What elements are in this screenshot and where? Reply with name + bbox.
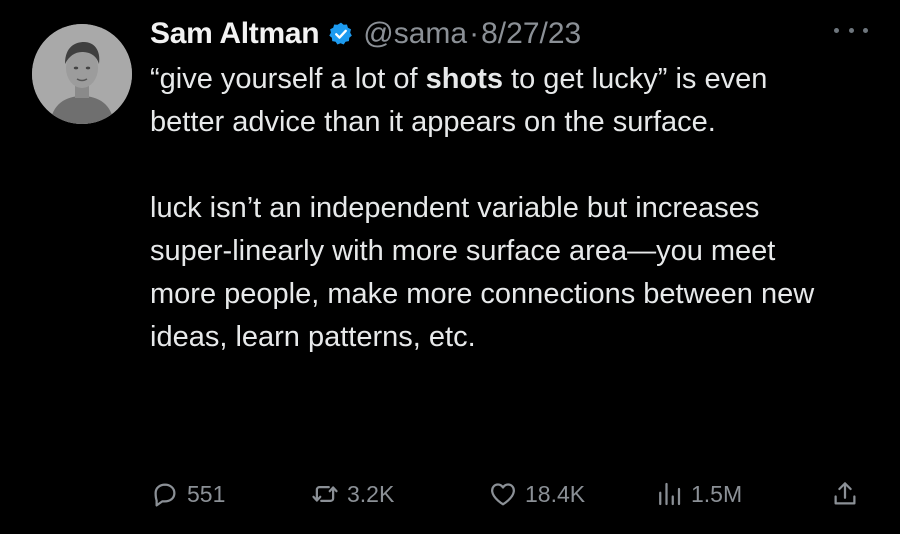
tweet-text: “give yourself a lot of shots to get luc… [150, 58, 830, 359]
like-button[interactable]: 18.4K [488, 474, 585, 514]
tweet-paragraph-2: luck isn’t an independent variable but i… [150, 192, 815, 353]
avatar[interactable] [32, 24, 132, 124]
share-button[interactable] [830, 474, 860, 514]
retweet-button[interactable]: 3.2K [310, 474, 394, 514]
header-separator: · [469, 17, 480, 50]
reply-icon [154, 483, 176, 507]
avatar-photo [32, 24, 132, 124]
tweet-text-1a: “give yourself a lot of [150, 63, 426, 95]
tweet-paragraph-1: “give yourself a lot of shots to get luc… [150, 58, 830, 144]
reply-button[interactable]: 551 [150, 474, 225, 514]
more-options-icon[interactable] [834, 20, 868, 40]
tweet-date[interactable]: 8/27/23 [481, 17, 581, 51]
views-chart-icon [659, 482, 681, 506]
views-button[interactable]: 1.5M [654, 474, 742, 514]
share-icon [834, 482, 856, 505]
tweet-text-bold: shots [425, 63, 503, 95]
reply-count: 551 [187, 480, 226, 507]
action-bar: 551 3.2K 18.4K 1.5M [150, 474, 870, 514]
retweet-icon [312, 486, 338, 502]
views-count: 1.5M [691, 480, 743, 507]
author-name[interactable]: Sam Altman [150, 17, 320, 51]
tweet-header: Sam Altman @sama · 8/27/23 [150, 14, 581, 54]
retweet-count: 3.2K [347, 480, 395, 507]
verified-badge-icon [328, 21, 354, 47]
tweet-card: Sam Altman @sama · 8/27/23 “give yoursel… [0, 0, 900, 534]
heart-icon [491, 483, 515, 506]
author-handle[interactable]: @sama [363, 17, 467, 51]
like-count: 18.4K [525, 480, 586, 507]
